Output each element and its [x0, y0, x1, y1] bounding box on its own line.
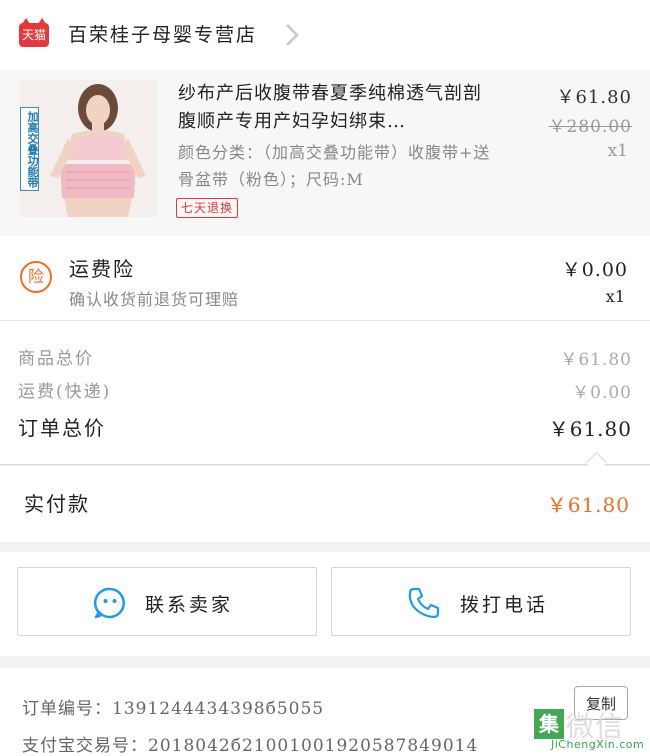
chevron-right-icon[interactable]	[278, 20, 306, 50]
store-name[interactable]: 百荣桂子母婴专营店	[68, 20, 257, 47]
watermark-logo: 集	[534, 709, 564, 739]
product-original-price: ￥280.00	[548, 117, 632, 137]
product-quantity: x1	[607, 141, 628, 161]
order-total-value: ￥61.80	[548, 417, 632, 441]
product-price: ￥61.80	[556, 87, 632, 108]
actual-payment-label: 实付款	[24, 492, 90, 516]
product-image	[20, 80, 158, 217]
tmall-logo: 天猫	[19, 18, 49, 47]
goods-total-label: 商品总价	[18, 349, 94, 369]
order-total-label: 订单总价	[18, 416, 106, 440]
goods-total-value: ￥61.80	[560, 350, 632, 370]
call-phone-label: 拨打电话	[460, 594, 549, 616]
actual-payment-value: ￥61.80	[546, 493, 630, 517]
shipping-fee-value: ￥0.00	[572, 383, 632, 403]
shipping-fee-label: 运费(快递)	[18, 382, 112, 402]
alipay-transaction-number: 支付宝交易号：2018042б21001001920587849014	[22, 736, 479, 756]
insurance-icon: 险	[20, 261, 52, 293]
phone-icon	[408, 587, 440, 619]
insurance-quantity: x1	[605, 287, 625, 306]
chat-bubble-icon	[93, 587, 125, 619]
product-sku: 颜色分类：（加高交叠功能带）收腹带+送骨盆带（粉色）；尺码:M	[178, 143, 491, 189]
product-image-tag: 加高交叠功能带	[20, 107, 39, 191]
insurance-description: 确认收货前退货可理赔	[69, 290, 240, 309]
order-number: 订单编号：1391244434398б5055	[22, 699, 325, 719]
insurance-name: 运费险	[69, 257, 135, 281]
product-title[interactable]: 纱布产后收腹带春夏季纯棉透气剖剖腹顺产专用产妇孕妇绑束…	[178, 80, 494, 136]
watermark-url: JiChengXin.com	[551, 738, 645, 751]
contact-seller-label: 联系卖家	[145, 594, 234, 616]
return-policy-badge: 七天退换	[176, 198, 239, 218]
insurance-price: ￥0.00	[561, 259, 628, 281]
product-thumbnail[interactable]: 加高交叠功能带	[20, 80, 158, 217]
